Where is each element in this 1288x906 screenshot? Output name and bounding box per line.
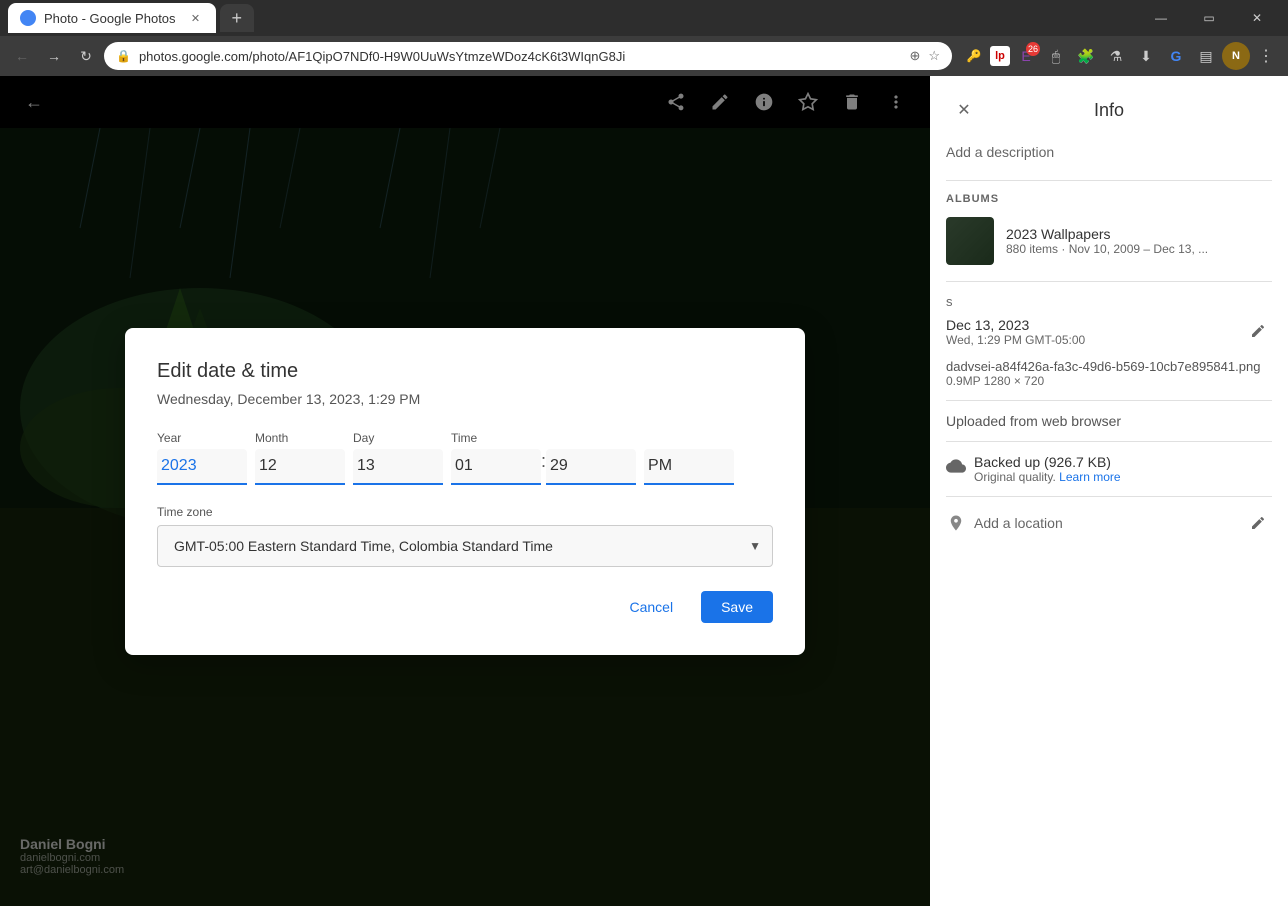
profile-icon[interactable]: N <box>1222 42 1250 70</box>
divider-4 <box>946 441 1272 442</box>
info-header: ✕ Info <box>946 92 1272 128</box>
backup-info: Backed up (926.7 KB) Original quality. L… <box>974 454 1121 484</box>
date-time-text: Wed, 1:29 PM GMT-05:00 <box>946 333 1236 347</box>
month-field-group: Month <box>255 431 345 485</box>
album-item: 2023 Wallpapers 880 items · Nov 10, 2009… <box>946 217 1272 265</box>
filename-text: dadvsei-a84f426a-fa3c-49d6-b569-10cb7e89… <box>946 359 1272 374</box>
backup-quality: Original quality. Learn more <box>974 470 1121 484</box>
date-text: Dec 13, 2023 <box>946 317 1236 333</box>
date-info: Dec 13, 2023 Wed, 1:29 PM GMT-05:00 <box>946 317 1272 347</box>
close-button[interactable]: ✕ <box>1234 2 1280 34</box>
year-label: Year <box>157 431 247 445</box>
day-label: Day <box>353 431 443 445</box>
divider-3 <box>946 400 1272 401</box>
day-input[interactable] <box>353 449 443 485</box>
album-name[interactable]: 2023 Wallpapers <box>1006 226 1272 242</box>
dialog-overlay: Edit date & time Wednesday, December 13,… <box>0 76 930 906</box>
dialog-subtitle: Wednesday, December 13, 2023, 1:29 PM <box>157 391 773 407</box>
album-meta: 880 items · Nov 10, 2009 – Dec 13, ... <box>1006 242 1272 256</box>
dialog-actions: Cancel Save <box>157 591 773 623</box>
window-controls: — ▭ ✕ <box>1138 2 1280 34</box>
learn-more-link[interactable]: Learn more <box>1059 470 1120 484</box>
location-icon <box>946 513 966 533</box>
albums-label: ALBUMS <box>946 193 1272 205</box>
timezone-wrapper: GMT-05:00 Eastern Standard Time, Colombi… <box>157 525 773 567</box>
timezone-select[interactable]: GMT-05:00 Eastern Standard Time, Colombi… <box>157 525 773 567</box>
month-label: Month <box>255 431 345 445</box>
time-minutes-input[interactable] <box>546 449 636 485</box>
edit-date-dialog: Edit date & time Wednesday, December 13,… <box>125 328 805 655</box>
year-field-group: Year <box>157 431 247 485</box>
cloud-icon <box>946 456 966 476</box>
tab-title: Photo - Google Photos <box>44 11 176 26</box>
location-section: Add a location <box>946 509 1272 537</box>
add-location-button[interactable]: Add a location <box>974 515 1063 531</box>
info-panel: ✕ Info Add a description ALBUMS 2023 Wal… <box>930 76 1288 906</box>
year-input[interactable] <box>157 449 247 485</box>
location-edit-button[interactable] <box>1244 509 1272 537</box>
main-layout: ← <box>0 76 1288 906</box>
backup-label: Backed up (926.7 KB) <box>974 454 1121 470</box>
date-edit-button[interactable] <box>1244 317 1272 345</box>
maximize-button[interactable]: ▭ <box>1186 2 1232 34</box>
ampm-input[interactable] <box>644 449 734 485</box>
title-bar: Photo - Google Photos ✕ + — ▭ ✕ <box>0 0 1288 36</box>
dialog-title: Edit date & time <box>157 360 773 383</box>
extension-google[interactable]: G <box>1162 42 1190 70</box>
refresh-button[interactable]: ↻ <box>72 42 100 70</box>
browser-toolbar: ← → ↻ 🔒 photos.google.com/photo/AF1QipO7… <box>0 36 1288 76</box>
filename-section: dadvsei-a84f426a-fa3c-49d6-b569-10cb7e89… <box>946 359 1272 388</box>
extension-1passkey[interactable]: 🔑 <box>960 42 988 70</box>
cancel-button[interactable]: Cancel <box>609 591 693 623</box>
back-nav-button[interactable]: ← <box>8 42 36 70</box>
backup-quality-text: Original quality. <box>974 470 1056 484</box>
backup-section: Backed up (926.7 KB) Original quality. L… <box>946 454 1272 484</box>
timezone-label: Time zone <box>157 505 773 519</box>
month-input[interactable] <box>255 449 345 485</box>
extension-test[interactable]: ⚗ <box>1102 42 1130 70</box>
address-text: photos.google.com/photo/AF1QipO7NDf0-H9W… <box>139 49 901 64</box>
active-tab[interactable]: Photo - Google Photos ✕ <box>8 3 216 33</box>
timezone-group: Time zone GMT-05:00 Eastern Standard Tim… <box>157 505 773 567</box>
divider-2 <box>946 281 1272 282</box>
file-dimensions: 0.9MP 1280 × 720 <box>946 374 1272 388</box>
extension-sidebar[interactable]: ▤ <box>1192 42 1220 70</box>
chrome-menu[interactable]: ⋮ <box>1252 42 1280 70</box>
divider-5 <box>946 496 1272 497</box>
extension-puzzle[interactable]: 🧩 <box>1072 42 1100 70</box>
extension-lastpass[interactable]: lp <box>990 46 1010 66</box>
extension-dark[interactable]: 🖱 <box>1042 42 1070 70</box>
album-info: 2023 Wallpapers 880 items · Nov 10, 2009… <box>1006 226 1272 256</box>
time-label: Time <box>451 431 636 445</box>
photo-area: ← <box>0 76 930 906</box>
save-button[interactable]: Save <box>701 591 773 623</box>
add-description-button[interactable]: Add a description <box>946 144 1272 160</box>
forward-nav-button[interactable]: → <box>40 42 68 70</box>
address-bar[interactable]: 🔒 photos.google.com/photo/AF1QipO7NDf0-H… <box>104 42 952 70</box>
time-hours-input[interactable] <box>451 449 541 485</box>
toolbar-extensions: 🔑 lp E 26 🖱 🧩 ⚗ ⬇ G ▤ N ⋮ <box>960 42 1280 70</box>
extension-notification[interactable]: E 26 <box>1012 42 1040 70</box>
info-close-button[interactable]: ✕ <box>946 92 982 128</box>
info-title: Info <box>1094 100 1124 121</box>
ampm-label <box>644 431 734 445</box>
extension-download[interactable]: ⬇ <box>1132 42 1160 70</box>
album-thumbnail <box>946 217 994 265</box>
time-field-group: Time : <box>451 431 636 485</box>
divider-1 <box>946 180 1272 181</box>
tab-favicon <box>20 10 36 26</box>
new-tab-button[interactable]: + <box>220 4 255 32</box>
tab-close-button[interactable]: ✕ <box>188 10 204 26</box>
new-tab-icon: + <box>232 8 243 29</box>
albums-section: ALBUMS 2023 Wallpapers 880 items · Nov 1… <box>946 193 1272 265</box>
truncated-label: s <box>946 294 1272 309</box>
date-fields-row: Year Month Day Time <box>157 431 773 485</box>
ampm-field-group <box>644 431 734 485</box>
day-field-group: Day <box>353 431 443 485</box>
upload-source: Uploaded from web browser <box>946 413 1272 429</box>
minimize-button[interactable]: — <box>1138 2 1184 34</box>
